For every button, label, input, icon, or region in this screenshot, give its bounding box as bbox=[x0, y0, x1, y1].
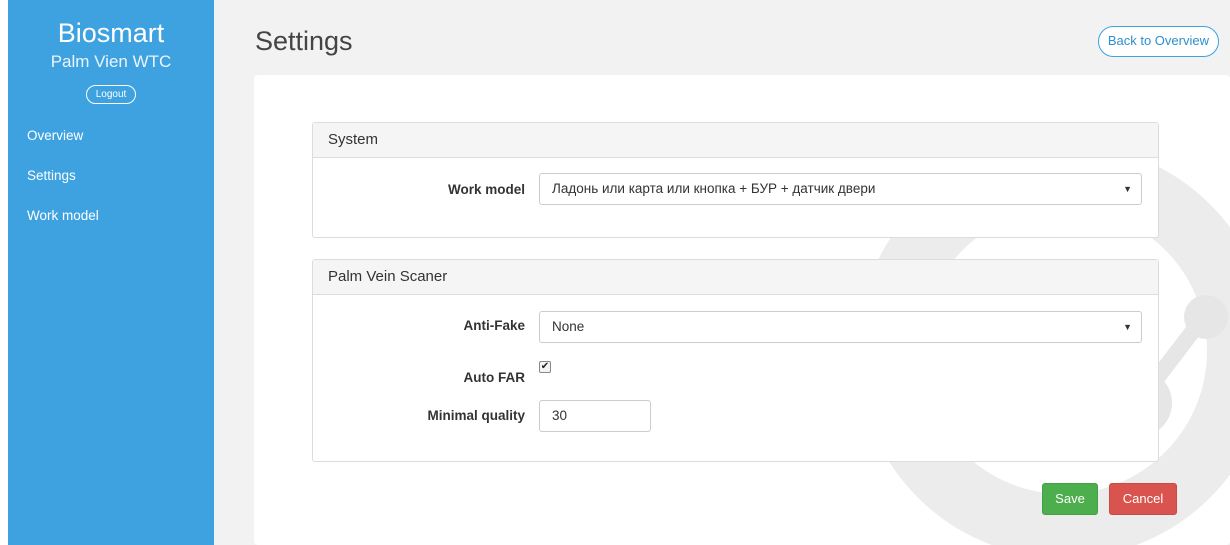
sidebar: Biosmart Palm Vien WTC Logout Overview S… bbox=[8, 0, 214, 545]
main-area: Settings Back to Overview System Work mo… bbox=[214, 0, 1230, 545]
caret-down-icon: ▼ bbox=[1123, 322, 1132, 332]
brand-subtitle: Palm Vien WTC bbox=[50, 52, 172, 71]
work-model-label: Work model bbox=[447, 182, 525, 197]
back-to-overview-button[interactable]: Back to Overview bbox=[1097, 26, 1219, 57]
sidebar-item-work-model[interactable]: Work model bbox=[8, 208, 214, 248]
system-panel: System Work model Ладонь или карта или к… bbox=[312, 122, 1159, 238]
logout-wrap: Logout bbox=[8, 84, 214, 104]
anti-fake-value: None bbox=[552, 319, 585, 334]
sidebar-item-settings[interactable]: Settings bbox=[8, 168, 214, 208]
anti-fake-label: Anti-Fake bbox=[463, 318, 525, 333]
palm-vein-scanner-panel: Palm Vein Scaner Anti-Fake None ▼ Auto F… bbox=[312, 259, 1159, 462]
save-button[interactable]: Save bbox=[1042, 483, 1098, 515]
anti-fake-select[interactable]: None ▼ bbox=[539, 311, 1142, 343]
minimal-quality-input[interactable]: 30 bbox=[539, 400, 651, 432]
auto-far-checkbox[interactable]: ✔ bbox=[539, 361, 551, 373]
cancel-button[interactable]: Cancel bbox=[1109, 483, 1177, 515]
settings-content: System Work model Ладонь или карта или к… bbox=[254, 75, 1230, 545]
system-panel-title: System bbox=[313, 123, 1158, 158]
logout-button[interactable]: Logout bbox=[85, 85, 137, 104]
left-gutter bbox=[0, 0, 8, 545]
checkmark-icon: ✔ bbox=[540, 361, 550, 372]
sidebar-item-overview[interactable]: Overview bbox=[8, 128, 214, 168]
minimal-quality-label: Minimal quality bbox=[427, 408, 525, 423]
caret-down-icon: ▼ bbox=[1123, 184, 1132, 194]
work-model-value: Ладонь или карта или кнопка + БУР + датч… bbox=[552, 181, 876, 196]
brand-title: Biosmart bbox=[57, 18, 165, 48]
sidebar-nav: Overview Settings Work model bbox=[8, 128, 214, 248]
page-title: Settings bbox=[255, 26, 353, 56]
auto-far-label: Auto FAR bbox=[463, 370, 526, 385]
scanner-panel-title: Palm Vein Scaner bbox=[313, 260, 1158, 295]
work-model-select[interactable]: Ладонь или карта или кнопка + БУР + датч… bbox=[539, 173, 1142, 205]
